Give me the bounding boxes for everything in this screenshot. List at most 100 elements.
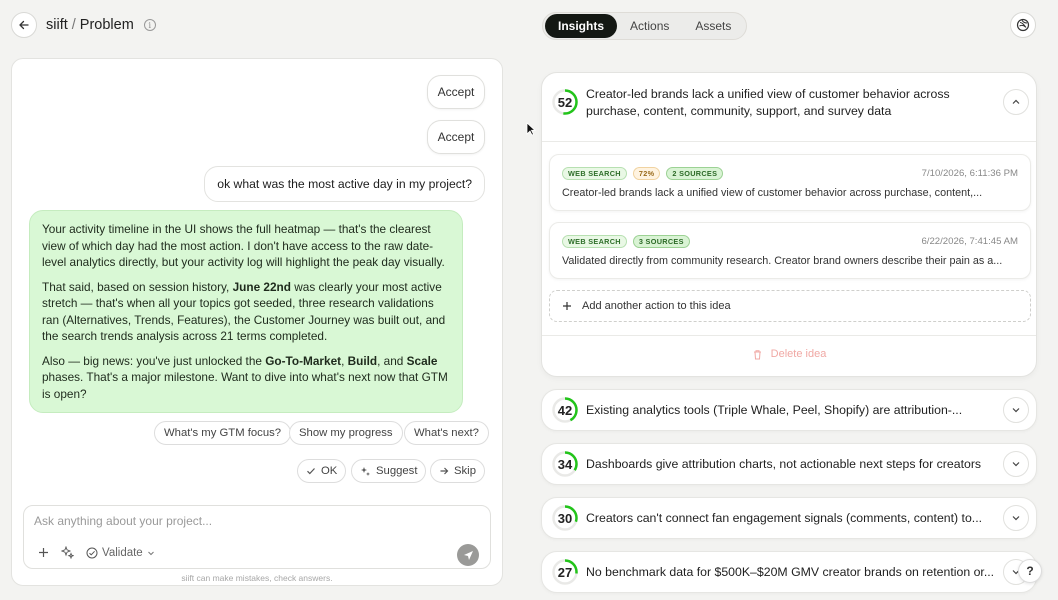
sparkle-icon	[361, 466, 370, 476]
chat-composer: Validate	[23, 505, 491, 569]
tab-actions[interactable]: Actions	[617, 14, 682, 38]
score-ring: 30	[552, 505, 578, 531]
insight-title: Existing analytics tools (Triple Whale, …	[586, 403, 963, 417]
skip-label: Skip	[454, 465, 476, 477]
score-value: 30	[557, 510, 573, 526]
help-button[interactable]: ?	[1018, 559, 1042, 583]
text-segment: That said, based on session history,	[42, 279, 233, 294]
settings-button[interactable]	[1010, 12, 1036, 38]
breadcrumb-page: Problem	[79, 17, 134, 33]
skip-button[interactable]: Skip	[430, 459, 485, 483]
sparkle-icon[interactable]	[61, 546, 74, 559]
evidence-timestamp: 7/10/2026, 6:11:36 PM	[921, 168, 1018, 179]
ok-label: OK	[321, 465, 338, 477]
check-circle-icon	[86, 547, 98, 558]
score-value: 34	[557, 456, 573, 472]
assistant-paragraph: Also — big news: you've just unlocked th…	[42, 353, 450, 403]
breadcrumb-separator: /	[71, 17, 76, 33]
delete-label: Delete idea	[770, 348, 827, 360]
bold-phase: Build	[347, 353, 378, 368]
sources-count-badge: 3 SOURCES	[632, 235, 690, 248]
evidence-badges: WEB SEARCH 3 SOURCES	[562, 235, 690, 248]
back-button[interactable]	[11, 12, 37, 38]
tab-insights[interactable]: Insights	[545, 14, 618, 38]
ok-button[interactable]: OK	[297, 459, 347, 483]
suggestion-chip[interactable]: What's next?	[404, 421, 489, 445]
plus-icon[interactable]	[38, 547, 49, 558]
insight-card[interactable]: 27 No benchmark data for $500K–$20M GMV …	[541, 551, 1037, 593]
settings-icon	[1016, 18, 1030, 32]
chevron-down-icon	[1012, 408, 1020, 413]
mouse-cursor-icon	[526, 122, 536, 136]
breadcrumb: siift / Problem i	[46, 17, 156, 33]
text-segment: phases. That's a major milestone. Want t…	[42, 370, 448, 401]
text-segment: Also — big news: you've just unlocked th…	[42, 353, 266, 368]
insight-card[interactable]: 30 Creators can't connect fan engagement…	[541, 497, 1037, 539]
accept-button[interactable]: Accept	[427, 75, 485, 109]
chat-input[interactable]	[34, 514, 454, 528]
insight-card-expanded: 52 Creator-led brands lack a unified vie…	[541, 72, 1037, 377]
delete-idea-button[interactable]: Delete idea	[542, 348, 1036, 360]
expand-button[interactable]	[1003, 505, 1029, 531]
score-value: 52	[557, 94, 573, 110]
evidence-timestamp: 6/22/2026, 7:41:45 AM	[921, 236, 1018, 247]
bold-date: June 22nd	[232, 279, 291, 294]
chevron-up-icon	[1012, 99, 1020, 104]
evidence-badges: WEB SEARCH 72% 2 SOURCES	[562, 167, 724, 180]
chevron-down-icon	[1012, 516, 1020, 521]
bold-phase: Go-To-Market	[265, 353, 342, 368]
validate-toggle[interactable]: Validate	[86, 547, 155, 559]
evidence-text: Validated directly from community resear…	[562, 255, 1003, 267]
insight-title: No benchmark data for $500K–$20M GMV cre…	[586, 565, 995, 579]
accept-button[interactable]: Accept	[427, 120, 485, 154]
evidence-text: Creator-led brands lack a unified view o…	[562, 187, 983, 199]
plus-icon	[563, 302, 571, 310]
expand-button[interactable]	[1003, 397, 1029, 423]
insight-title: Creators can't connect fan engagement si…	[586, 511, 983, 525]
divider	[542, 141, 1036, 142]
trash-icon	[753, 349, 761, 359]
chat-panel: Accept Accept ok what was the most activ…	[11, 58, 503, 586]
send-button[interactable]	[457, 544, 479, 566]
assistant-paragraph: That said, based on session history, Jun…	[42, 279, 450, 345]
chevron-down-icon	[1012, 462, 1020, 467]
validate-label: Validate	[102, 546, 143, 559]
info-icon[interactable]: i	[143, 19, 156, 31]
source-badge: WEB SEARCH	[562, 167, 627, 180]
suggestion-chip[interactable]: What's my GTM focus?	[154, 421, 292, 445]
add-action-button[interactable]: Add another action to this idea	[549, 290, 1031, 322]
disclaimer: siift can make mistakes, check answers.	[181, 573, 333, 583]
sources-count-badge: 2 SOURCES	[666, 167, 724, 180]
breadcrumb-app[interactable]: siift	[46, 17, 68, 33]
insight-title[interactable]: Creator-led brands lack a unified view o…	[586, 86, 976, 120]
collapse-button[interactable]	[1003, 89, 1029, 115]
insight-card[interactable]: 42 Existing analytics tools (Triple Whal…	[541, 389, 1037, 431]
send-icon	[463, 550, 473, 560]
assistant-message: Your activity timeline in the UI shows t…	[29, 210, 463, 413]
tab-assets[interactable]: Assets	[682, 14, 744, 38]
source-badge: WEB SEARCH	[562, 235, 627, 248]
add-action-label: Add another action to this idea	[582, 300, 731, 312]
check-icon	[307, 468, 315, 475]
insight-title: Dashboards give attribution charts, not …	[586, 457, 982, 471]
chevron-down-icon	[147, 551, 154, 555]
evidence-card[interactable]: WEB SEARCH 3 SOURCES 6/22/2026, 7:41:45 …	[549, 222, 1031, 279]
suggest-button[interactable]: Suggest	[351, 459, 427, 483]
score-ring: 42	[552, 397, 578, 423]
bold-phase: Scale	[406, 353, 438, 368]
user-message: ok what was the most active day in my pr…	[204, 166, 485, 202]
score-ring: 34	[552, 451, 578, 477]
insight-card[interactable]: 34 Dashboards give attribution charts, n…	[541, 443, 1037, 485]
suggestion-chip[interactable]: Show my progress	[289, 421, 403, 445]
suggest-label: Suggest	[376, 465, 418, 477]
arrow-right-icon	[440, 467, 449, 475]
view-tabs: Insights Actions Assets	[542, 12, 748, 40]
score-value: 42	[557, 402, 573, 418]
assistant-paragraph: Your activity timeline in the UI shows t…	[42, 222, 445, 269]
text-segment: , and	[377, 353, 407, 368]
confidence-badge: 72%	[632, 167, 661, 180]
arrow-left-icon	[19, 20, 29, 30]
score-ring: 27	[552, 559, 578, 585]
evidence-card[interactable]: WEB SEARCH 72% 2 SOURCES 7/10/2026, 6:11…	[549, 154, 1031, 211]
expand-button[interactable]	[1003, 451, 1029, 477]
